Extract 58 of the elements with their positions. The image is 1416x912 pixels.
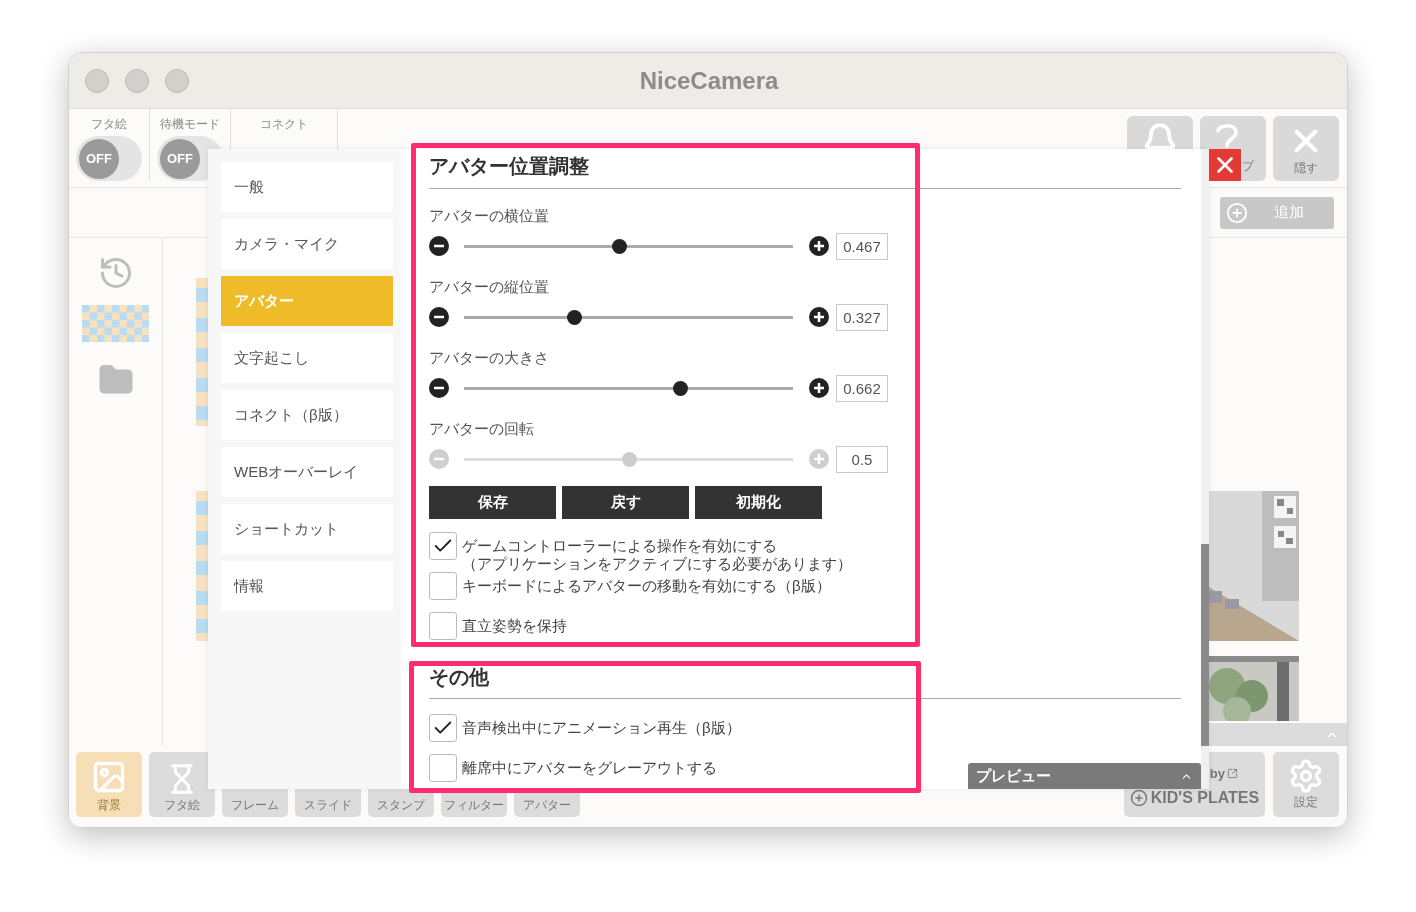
menu-item[interactable]: カメラ・マイク — [221, 219, 393, 269]
plus-icon[interactable] — [809, 378, 829, 398]
menu-item[interactable]: 情報 — [221, 561, 393, 611]
settings-icon — [1288, 758, 1324, 794]
checkbox-note: （アプリケーションをアクティブにする必要があります） — [462, 555, 852, 573]
window-title: NiceCamera — [638, 65, 780, 96]
action-button[interactable]: 初期化 — [695, 486, 822, 519]
checkbox-label: 直立姿勢を保持 — [462, 617, 567, 635]
slider-label: アバターの縦位置 — [429, 277, 550, 297]
image-icon — [91, 759, 127, 795]
minus-icon[interactable] — [429, 236, 449, 256]
checkbox[interactable] — [429, 612, 457, 640]
menu-item[interactable]: ショートカット — [221, 504, 393, 554]
pattern-thumbnail[interactable] — [82, 305, 149, 342]
slider-thumb[interactable] — [611, 238, 627, 254]
value-field[interactable]: 0.327 — [836, 303, 888, 331]
tool-button[interactable]: 背景 — [76, 752, 142, 817]
scrollbar[interactable] — [1201, 149, 1209, 789]
slider-label: アバターの大きさ — [429, 348, 550, 368]
preview-bar[interactable]: プレビュー — [968, 763, 1201, 789]
window-control[interactable] — [165, 68, 189, 93]
action-button[interactable]: 保存 — [429, 486, 556, 519]
window-control[interactable] — [125, 68, 149, 93]
checkbox-label: キーボードによるアバターの移動を有効にする（β版） — [462, 577, 831, 595]
section-title: アバター位置調整 — [429, 154, 589, 179]
connect-label: コネクト — [260, 116, 308, 133]
checkbox-label: 音声検出中にアニメーション再生（β版） — [462, 719, 741, 737]
checkbox-label: ゲームコントローラーによる操作を有効にする — [462, 537, 778, 555]
menu-item[interactable]: WEBオーバーレイ — [221, 447, 393, 497]
checkbox[interactable] — [429, 754, 457, 782]
checkbox[interactable] — [429, 532, 457, 560]
section-title: その他 — [429, 665, 489, 690]
tool-button[interactable]: フタ絵 — [149, 752, 215, 817]
checkbox[interactable] — [429, 714, 457, 742]
checkbox[interactable] — [429, 572, 457, 600]
minus-icon[interactable] — [429, 378, 449, 398]
window-control[interactable] — [85, 68, 109, 93]
menu-item[interactable]: コネクト（β版） — [221, 390, 393, 440]
plus-icon[interactable] — [809, 236, 829, 256]
menu-item[interactable]: 文字起こし — [221, 333, 393, 383]
slider-label: アバターの横位置 — [429, 206, 550, 226]
settings-button[interactable]: 設定 — [1273, 752, 1339, 817]
slider-thumb[interactable] — [673, 380, 689, 396]
toggle-label: フタ絵 — [91, 116, 127, 132]
checkbox-label: 離席中にアバターをグレーアウトする — [462, 759, 717, 777]
value-field[interactable]: 0.662 — [836, 374, 888, 402]
menu-item[interactable]: 一般 — [221, 162, 393, 212]
value-field[interactable]: 0.467 — [836, 232, 888, 260]
action-button[interactable]: 戻す — [562, 486, 689, 519]
external-link-icon — [1227, 768, 1238, 780]
plus-circle-icon — [1129, 788, 1148, 807]
toggle-label: 待機モード — [160, 116, 220, 132]
minus-icon[interactable] — [429, 307, 449, 327]
slider-label: アバターの回転 — [429, 419, 535, 439]
slider-thumb[interactable] — [566, 309, 582, 325]
close-button[interactable] — [1209, 149, 1241, 181]
plus-circle-icon — [1226, 201, 1248, 224]
plus-icon[interactable] — [809, 307, 829, 327]
